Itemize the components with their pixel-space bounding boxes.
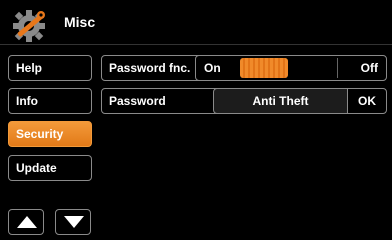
- sidebar-item-update[interactable]: Update: [8, 155, 92, 181]
- settings-wrench-icon: [9, 6, 49, 44]
- sidebar-item-help[interactable]: Help: [8, 55, 92, 81]
- arrow-up-icon: [17, 216, 37, 228]
- password-function-toggle[interactable]: On Off: [195, 55, 387, 81]
- toggle-divider: [337, 58, 338, 78]
- header-bar: Misc: [0, 0, 392, 44]
- sidebar-item-security[interactable]: Security: [8, 121, 92, 147]
- password-value-field[interactable]: Anti Theft: [213, 88, 348, 114]
- scroll-down-button[interactable]: [55, 209, 91, 235]
- toggle-knob[interactable]: [240, 58, 288, 78]
- password-row: Password Anti Theft OK: [101, 88, 387, 114]
- header-divider: [0, 44, 392, 45]
- password-function-row: Password fnc. On Off: [101, 55, 387, 81]
- scroll-up-button[interactable]: [8, 209, 44, 235]
- password-label: Password: [109, 94, 166, 108]
- sidebar-item-info[interactable]: Info: [8, 88, 92, 114]
- ok-button[interactable]: OK: [347, 88, 387, 114]
- arrow-down-icon: [64, 216, 84, 228]
- toggle-on-label: On: [204, 61, 221, 75]
- page-title: Misc: [64, 14, 96, 30]
- toggle-off-label: Off: [360, 61, 378, 75]
- password-function-label: Password fnc.: [109, 61, 191, 75]
